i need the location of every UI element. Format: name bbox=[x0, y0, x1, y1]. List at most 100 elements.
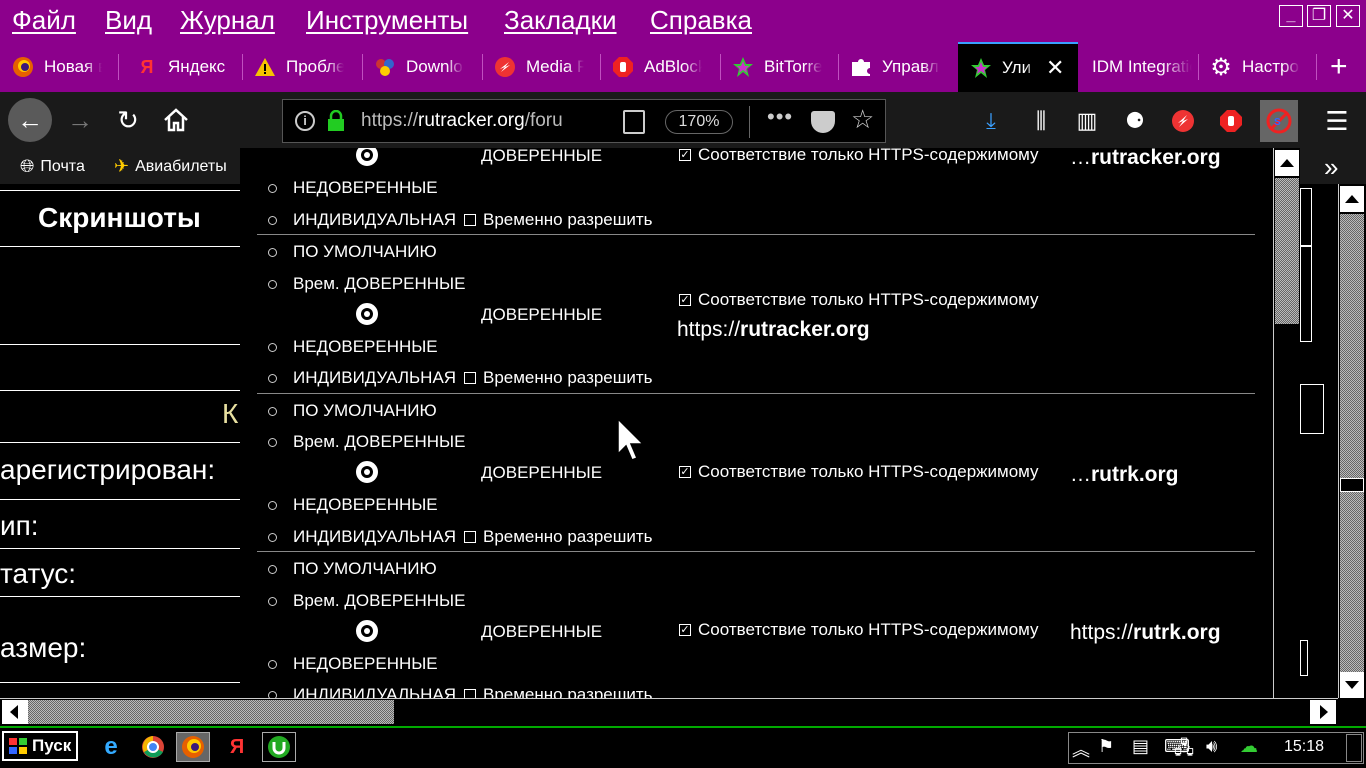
radio-default[interactable]: ПО УМОЛЧАНИЮ bbox=[268, 242, 437, 262]
back-button[interactable]: ← bbox=[8, 98, 52, 142]
connection-icon[interactable]: ☁ bbox=[1240, 736, 1258, 757]
flag-icon[interactable]: ⚑ bbox=[1098, 736, 1114, 757]
radio-custom[interactable]: ИНДИВИДУАЛЬНАЯ bbox=[268, 210, 456, 230]
zoom-indicator[interactable]: 170% bbox=[665, 110, 733, 134]
radio-untrusted[interactable]: НЕДОВЕРЕННЫЕ bbox=[268, 178, 438, 198]
usb-icon[interactable]: ▤ bbox=[1132, 736, 1149, 757]
bookmark-mail[interactable]: 🌐︎ Почта bbox=[20, 156, 85, 177]
page-scroll-down-button[interactable] bbox=[1340, 672, 1364, 698]
url-text[interactable]: https://rutracker.org/foru bbox=[361, 110, 611, 132]
menu-bookmarks[interactable]: Закладки bbox=[504, 5, 617, 36]
horizontal-scroll-thumb[interactable] bbox=[28, 700, 394, 724]
yandex-icon: Я bbox=[140, 56, 154, 77]
page-scroll-thumb[interactable] bbox=[1340, 478, 1364, 492]
chevron-more-icon[interactable]: » bbox=[1324, 152, 1338, 183]
bookmark-star-icon[interactable]: ☆ bbox=[851, 104, 874, 135]
radio-untrusted[interactable]: НЕДОВЕРЕННЫЕ bbox=[268, 654, 438, 674]
radio-default[interactable]: ПО УМОЛЧАНИЮ bbox=[268, 559, 437, 579]
page-scroll-track[interactable] bbox=[1340, 214, 1364, 674]
forward-button[interactable]: → bbox=[58, 98, 102, 142]
popup-scroll-thumb[interactable] bbox=[1275, 178, 1299, 324]
ie-icon[interactable]: e bbox=[94, 732, 128, 762]
tab-active[interactable]: Ули ✕ bbox=[958, 42, 1078, 92]
temp-allow-checkbox[interactable]: Временно разрешить bbox=[464, 527, 653, 547]
tab-management[interactable]: Управление bbox=[838, 42, 956, 92]
tab-idm[interactable]: IDM Integration bbox=[1080, 42, 1198, 92]
more-icon[interactable]: ••• bbox=[767, 104, 793, 130]
utorrent-icon[interactable] bbox=[262, 732, 296, 762]
radio-temp-trusted[interactable]: Врем. ДОВЕРЕННЫЕ bbox=[268, 432, 465, 452]
hamburger-menu-icon[interactable]: ☰ bbox=[1320, 104, 1354, 138]
scroll-right-button[interactable] bbox=[1310, 700, 1336, 724]
tab-adblock[interactable]: AdBlock bbox=[600, 42, 720, 92]
page-scroll-up-button[interactable] bbox=[1340, 186, 1364, 212]
close-tab-icon[interactable]: ✕ bbox=[1046, 55, 1064, 81]
https-only-checkbox[interactable]: ✓ Соответствие только HTTPS-содержимому bbox=[679, 620, 1039, 640]
bookmark-flights[interactable]: ✈ Авиабилеты bbox=[114, 156, 227, 177]
network-icon[interactable]: 🖧︎ bbox=[1174, 736, 1194, 766]
menu-file[interactable]: Файл bbox=[12, 5, 76, 36]
close-window-button[interactable]: ✕ bbox=[1336, 5, 1360, 27]
radio-untrusted[interactable]: НЕДОВЕРЕННЫЕ bbox=[268, 495, 438, 515]
tab-problems[interactable]: Проблемы bbox=[242, 42, 362, 92]
media-icon bbox=[494, 56, 516, 78]
tab-settings[interactable]: ⚙ Настройки bbox=[1198, 42, 1314, 92]
tab-new-tab[interactable]: Новая вкладка bbox=[0, 42, 118, 92]
url-bar[interactable]: i https://rutracker.org/foru 170% ••• ☆ bbox=[282, 99, 886, 143]
adblock-icon[interactable] bbox=[1214, 104, 1248, 138]
home-button[interactable] bbox=[154, 98, 198, 142]
radio-trusted-selected[interactable] bbox=[356, 303, 378, 325]
new-tab-button[interactable]: + bbox=[1318, 42, 1366, 92]
radio-untrusted[interactable]: НЕДОВЕРЕННЫЕ bbox=[268, 337, 438, 357]
radio-trusted-selected[interactable] bbox=[356, 461, 378, 483]
menu-help[interactable]: Справка bbox=[650, 5, 752, 36]
popup-scroll-up-button[interactable] bbox=[1275, 150, 1299, 176]
show-desktop-button[interactable] bbox=[1346, 734, 1362, 762]
library-icon[interactable]: ⫼ bbox=[1024, 104, 1058, 138]
radio-trusted-selected[interactable] bbox=[356, 148, 378, 166]
info-icon[interactable]: i bbox=[295, 111, 315, 131]
tab-downloads[interactable]: Downloads bbox=[362, 42, 482, 92]
download-icon[interactable]: ⤓ bbox=[974, 104, 1008, 138]
temp-allow-checkbox[interactable]: Временно разрешить bbox=[464, 210, 653, 230]
restore-button[interactable]: ❐ bbox=[1307, 5, 1331, 27]
chrome-icon[interactable] bbox=[136, 732, 170, 762]
molecule-icon bbox=[374, 56, 396, 78]
label-trusted: ДОВЕРЕННЫЕ bbox=[481, 622, 603, 641]
tab-media[interactable]: Media Plus bbox=[482, 42, 600, 92]
star-icon bbox=[970, 57, 992, 79]
reload-button[interactable]: ↻ bbox=[106, 98, 150, 142]
minimize-button[interactable]: _ bbox=[1279, 5, 1303, 27]
pocket-icon[interactable] bbox=[811, 111, 835, 133]
radio-temp-trusted[interactable]: Врем. ДОВЕРЕННЫЕ bbox=[268, 274, 465, 294]
yandex-browser-icon[interactable]: Я bbox=[220, 732, 254, 762]
globe-icon: 🌐︎ bbox=[20, 156, 35, 176]
temp-allow-checkbox[interactable]: Временно разрешить bbox=[464, 368, 653, 388]
radio-temp-trusted[interactable]: Врем. ДОВЕРЕННЫЕ bbox=[268, 591, 465, 611]
tab-bittorrent[interactable]: BitTorrent bbox=[720, 42, 838, 92]
https-only-checkbox[interactable]: ✓ Соответствие только HTTPS-содержимому bbox=[679, 148, 1039, 165]
radio-default[interactable]: ПО УМОЛЧАНИЮ bbox=[268, 401, 437, 421]
reader-view-icon[interactable] bbox=[623, 110, 645, 134]
scroll-left-button[interactable] bbox=[2, 700, 28, 724]
radio-trusted-selected[interactable] bbox=[356, 620, 378, 642]
molecule-icon[interactable]: ⚈ bbox=[1118, 104, 1152, 138]
radio-custom[interactable]: ИНДИВИДУАЛЬНАЯ bbox=[268, 527, 456, 547]
domain-label: …rutracker.org bbox=[1070, 148, 1221, 169]
noscript-icon[interactable]: S bbox=[1260, 100, 1298, 142]
https-only-checkbox[interactable]: ✓ Соответствие только HTTPS-содержимому bbox=[679, 290, 1039, 310]
menu-view[interactable]: Вид bbox=[105, 5, 152, 36]
sidebar-icon[interactable]: ▥ bbox=[1070, 104, 1104, 138]
volume-icon[interactable]: 🔊︎ bbox=[1206, 736, 1217, 757]
https-only-checkbox[interactable]: ✓ Соответствие только HTTPS-содержимому bbox=[679, 462, 1039, 482]
tab-bar: Новая вкладка Я Яндекс Проблемы Download… bbox=[0, 42, 1366, 92]
start-button[interactable]: Пуск bbox=[2, 731, 78, 761]
menu-tools[interactable]: Инструменты bbox=[306, 5, 468, 36]
firefox-taskbar-icon[interactable] bbox=[176, 732, 210, 762]
radio-custom[interactable]: ИНДИВИДУАЛЬНАЯ bbox=[268, 368, 456, 388]
tab-yandex[interactable]: Я Яндекс bbox=[124, 42, 238, 92]
media-icon[interactable] bbox=[1166, 104, 1200, 138]
tray-expand-icon[interactable]: ︽ bbox=[1072, 736, 1090, 762]
page-label-type: ип: bbox=[0, 510, 39, 541]
menu-history[interactable]: Журнал bbox=[180, 5, 275, 36]
